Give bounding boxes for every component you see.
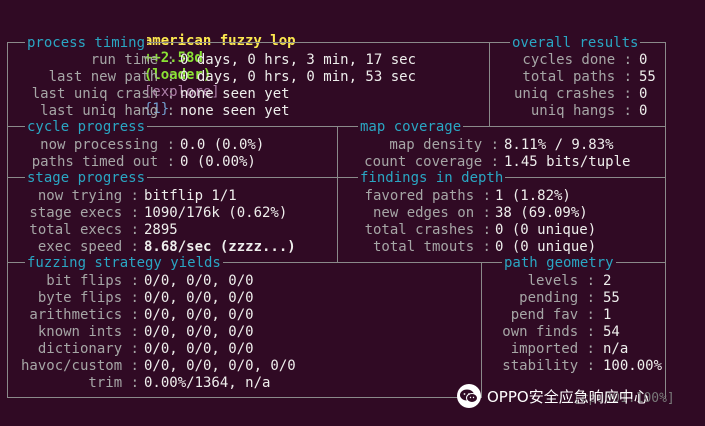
strategy-value: 0/0, 0/0, 0/0 bbox=[144, 324, 254, 340]
last-uniq-crash-value: none seen yet bbox=[180, 86, 290, 102]
section-findings: findings in depth bbox=[358, 170, 506, 187]
watermark-text: OPPO安全应急响应中心 bbox=[487, 387, 649, 406]
now-processing-label: now processing : bbox=[40, 137, 175, 153]
divider-overall bbox=[489, 42, 490, 126]
uniq-crashes-label: uniq crashes : bbox=[513, 86, 632, 102]
total-execs-value: 2895 bbox=[144, 222, 178, 238]
exec-speed-label: exec speed : bbox=[37, 239, 139, 255]
geometry-value: 1 bbox=[603, 307, 612, 323]
last-uniq-hang-value: none seen yet bbox=[180, 103, 290, 119]
border-bottom bbox=[7, 397, 481, 398]
section-strategy: fuzzing strategy yields bbox=[25, 255, 223, 272]
strategy-value: 0/0, 0/0, 0/0 bbox=[144, 273, 254, 289]
exec-speed-value: 8.68/sec (zzzz...) bbox=[144, 239, 296, 255]
strategy-value: 0.00%/1364, n/a bbox=[144, 375, 271, 391]
map-density-label: map density : bbox=[389, 137, 499, 153]
count-coverage-label: count coverage : bbox=[364, 154, 499, 170]
total-crashes-label: total crashes : bbox=[364, 222, 491, 238]
total-paths-label: total paths : bbox=[522, 69, 632, 85]
divider-geometry bbox=[481, 262, 482, 398]
strategy-value: 0/0, 0/0, 0/0 bbox=[144, 307, 254, 323]
favored-paths-label: favored paths : bbox=[364, 188, 491, 204]
section-map-coverage: map coverage bbox=[358, 119, 464, 136]
section-process-timing: process timing bbox=[25, 35, 148, 52]
strategy-label: dictionary : bbox=[37, 341, 139, 357]
section-overall-results: overall results bbox=[510, 35, 641, 52]
stage-execs-label: stage execs : bbox=[29, 205, 139, 221]
wechat-icon bbox=[457, 384, 481, 408]
now-trying-label: now trying : bbox=[37, 188, 139, 204]
last-new-path-label: last new path : bbox=[48, 69, 175, 85]
geometry-label: imported : bbox=[510, 341, 595, 357]
paths-timed-out-value: 0 (0.00%) bbox=[180, 154, 256, 170]
new-edges-label: new edges on : bbox=[372, 205, 491, 221]
total-tmouts-label: total tmouts : bbox=[372, 239, 491, 255]
uniq-hangs-label: uniq hangs : bbox=[530, 103, 632, 119]
run-time-label: run time : bbox=[90, 52, 175, 68]
total-paths-value: 55 bbox=[639, 69, 656, 85]
last-uniq-crash-label: last uniq crash : bbox=[31, 86, 175, 102]
geometry-value: 2 bbox=[603, 273, 612, 289]
stage-execs-value: 1090/176k (0.62%) bbox=[144, 205, 288, 221]
uniq-hangs-value: 0 bbox=[639, 103, 648, 119]
geometry-value: n/a bbox=[603, 341, 629, 357]
last-uniq-hang-label: last uniq hang : bbox=[40, 103, 175, 119]
geometry-value: 100.00% bbox=[603, 358, 663, 374]
border-right bbox=[665, 42, 666, 398]
now-trying-value: bitflip 1/1 bbox=[144, 188, 237, 204]
run-time-value: 0 days, 0 hrs, 3 min, 17 sec bbox=[180, 52, 417, 68]
map-density-value: 8.11% / 9.83% bbox=[504, 137, 614, 153]
section-stage-progress: stage progress bbox=[25, 170, 148, 187]
uniq-crashes-value: 0 bbox=[639, 86, 648, 102]
section-path-geometry: path geometry bbox=[502, 255, 616, 272]
total-execs-label: total execs : bbox=[29, 222, 139, 238]
geometry-label: pend fav : bbox=[510, 307, 595, 323]
new-edges-value: 38 (69.09%) bbox=[495, 205, 588, 221]
strategy-label: arithmetics : bbox=[29, 307, 139, 323]
geometry-value: 54 bbox=[603, 324, 620, 340]
border-left bbox=[7, 42, 8, 398]
strategy-value: 0/0, 0/0, 0/0 bbox=[144, 341, 254, 357]
strategy-label: byte flips : bbox=[37, 290, 139, 306]
total-crashes-value: 0 (0 unique) bbox=[495, 222, 597, 238]
geometry-value: 55 bbox=[603, 290, 620, 306]
watermark: OPPO安全应急响应中心 bbox=[457, 384, 649, 408]
strategy-label: havoc/custom : bbox=[20, 358, 139, 374]
geometry-label: own finds : bbox=[502, 324, 595, 340]
total-tmouts-value: 0 (0 unique) bbox=[495, 239, 597, 255]
paths-timed-out-label: paths timed out : bbox=[31, 154, 175, 170]
count-coverage-value: 1.45 bits/tuple bbox=[504, 154, 631, 170]
geometry-label: levels : bbox=[527, 273, 595, 289]
cycles-done-value: 0 bbox=[639, 52, 648, 68]
geometry-label: pending : bbox=[519, 290, 595, 306]
app-title: american fuzzy lop bbox=[143, 33, 296, 49]
geometry-label: stability : bbox=[502, 358, 595, 374]
favored-paths-value: 1 (1.82%) bbox=[495, 188, 571, 204]
strategy-label: known ints : bbox=[37, 324, 139, 340]
strategy-label: trim : bbox=[88, 375, 139, 391]
last-new-path-value: 0 days, 0 hrs, 0 min, 53 sec bbox=[180, 69, 417, 85]
strategy-value: 0/0, 0/0, 0/0 bbox=[144, 290, 254, 306]
section-cycle-progress: cycle progress bbox=[25, 119, 148, 136]
divider-map bbox=[337, 126, 338, 262]
strategy-value: 0/0, 0/0, 0/0, 0/0 bbox=[144, 358, 296, 374]
cycles-done-label: cycles done : bbox=[522, 52, 632, 68]
now-processing-value: 0.0 (0.0%) bbox=[180, 137, 265, 153]
strategy-label: bit flips : bbox=[46, 273, 139, 289]
